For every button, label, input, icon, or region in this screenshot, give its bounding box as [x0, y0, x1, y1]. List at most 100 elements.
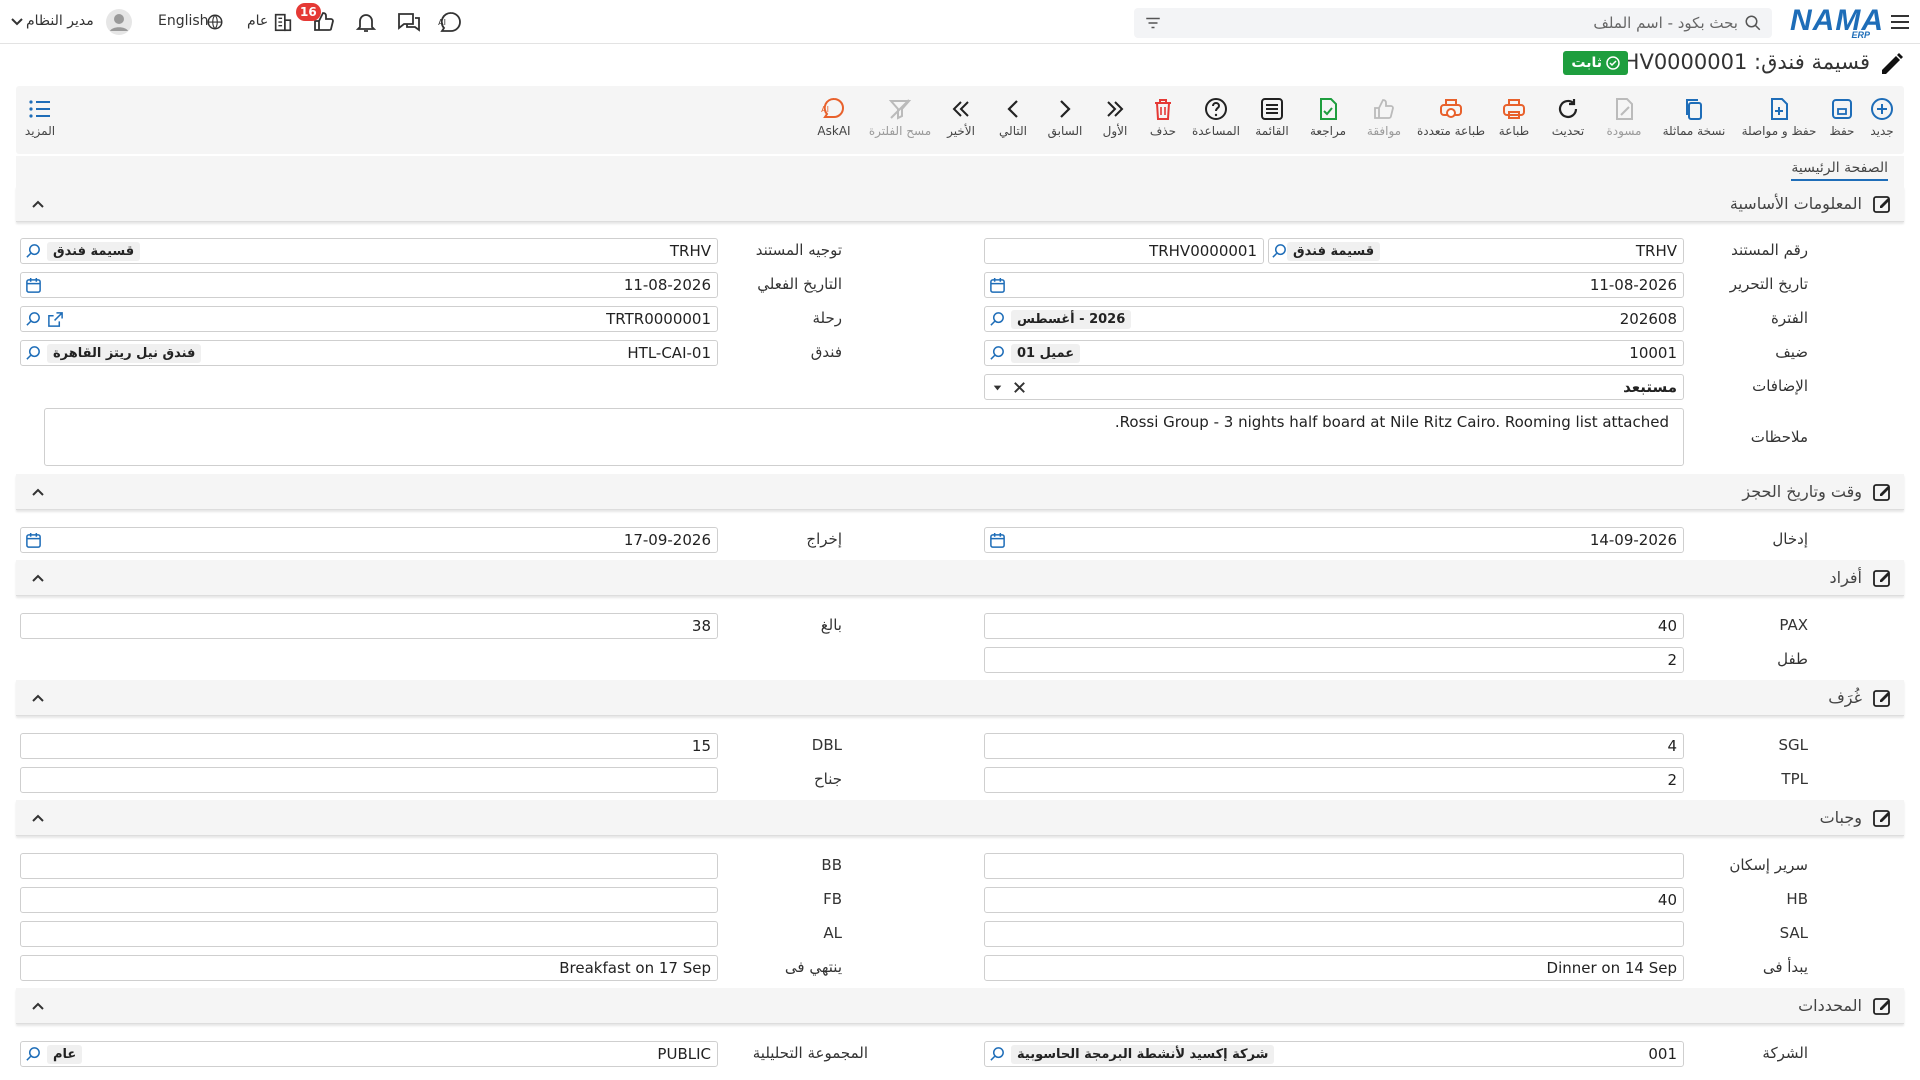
checkin-label: إدخال — [1772, 530, 1808, 548]
edit-icon[interactable] — [1872, 568, 1892, 588]
company-field[interactable]: 001 شركة إكسيد لأنشطة البرمجة الحاسوبية — [984, 1041, 1684, 1067]
actual-date-field[interactable]: 11-08-2026 — [20, 272, 718, 298]
pax-field[interactable]: 40 — [984, 613, 1684, 639]
sal-field[interactable] — [984, 921, 1684, 947]
additions-select[interactable]: مستبعد — [984, 374, 1684, 400]
globe-icon[interactable] — [206, 13, 224, 31]
help-button[interactable]: المساعدة — [1186, 96, 1246, 150]
lookup-search-icon[interactable] — [989, 345, 1006, 362]
duplicate-button[interactable]: نسخة مماثلة — [1654, 96, 1734, 150]
lookup-search-icon[interactable] — [25, 345, 42, 362]
save-continue-button[interactable]: حفظ و مواصلة — [1734, 96, 1824, 150]
edit-icon[interactable] — [1872, 688, 1892, 708]
section-meals[interactable]: وجبات — [16, 800, 1904, 836]
bed-field[interactable] — [984, 853, 1684, 879]
lookup-search-icon[interactable] — [1271, 243, 1288, 260]
tpl-field[interactable]: 2 — [984, 767, 1684, 793]
calendar-icon[interactable] — [25, 532, 42, 549]
edit-icon[interactable] — [1872, 808, 1892, 828]
ends-field[interactable]: Breakfast on 17 Sep — [20, 955, 718, 981]
dbl-field[interactable]: 15 — [20, 733, 718, 759]
guest-field[interactable]: 10001 عميل 01 — [984, 340, 1684, 366]
doc-number-field[interactable]: TRHV0000001 — [984, 238, 1264, 264]
trip-field[interactable]: TRTR0000001 — [20, 306, 718, 332]
checkin-field[interactable]: 14-09-2026 — [984, 527, 1684, 553]
more-button[interactable]: المزيد — [10, 96, 70, 150]
suite-field[interactable] — [20, 767, 718, 793]
notification-count-badge[interactable]: 16 — [296, 3, 321, 21]
starts-field[interactable]: Dinner on 14 Sep — [984, 955, 1684, 981]
approve-button[interactable]: موافقة — [1354, 96, 1414, 150]
chevron-down-icon[interactable] — [10, 10, 24, 34]
lookup-search-icon[interactable] — [25, 1046, 42, 1063]
chevron-up-icon[interactable] — [30, 810, 46, 826]
section-basic-info[interactable]: المعلومات الأساسية — [16, 186, 1904, 222]
sgl-field[interactable]: 4 — [984, 733, 1684, 759]
multi-print-button[interactable]: طباعة متعددة — [1412, 96, 1490, 150]
edit-icon[interactable] — [1872, 996, 1892, 1016]
search-icon[interactable] — [1744, 14, 1762, 32]
edit-icon[interactable] — [1872, 482, 1892, 502]
calendar-icon[interactable] — [989, 532, 1006, 549]
last-button[interactable]: الأخير — [936, 96, 986, 150]
language-switch[interactable]: English — [158, 13, 209, 29]
askai-button[interactable]: AI AskAI — [808, 96, 860, 150]
clear-filter-button[interactable]: مسح الفلترة — [864, 96, 936, 150]
guest-tag: عميل 01 — [1011, 344, 1081, 363]
caret-down-icon[interactable] — [989, 379, 1006, 396]
hotel-field[interactable]: HTL-CAI-01 فندق نيل ريتز القاهرة — [20, 340, 718, 366]
edit-icon[interactable] — [1872, 194, 1892, 214]
chevron-up-icon[interactable] — [30, 690, 46, 706]
lookup-search-icon[interactable] — [25, 243, 42, 260]
lookup-search-icon[interactable] — [989, 1046, 1006, 1063]
branch-label[interactable]: عام — [247, 13, 268, 29]
calendar-icon[interactable] — [25, 277, 42, 294]
ai-assistant-icon[interactable]: AI — [438, 10, 464, 34]
al-field[interactable] — [20, 921, 718, 947]
doc-direction-field[interactable]: TRHV قسيمة فندق — [20, 238, 718, 264]
bed-label: سرير إسكان — [1729, 856, 1808, 874]
clear-x-icon[interactable] — [1011, 379, 1028, 396]
section-persons[interactable]: أفراد — [16, 560, 1904, 596]
hamburger-menu-icon[interactable] — [1888, 10, 1912, 34]
notes-textarea[interactable]: Rossi Group - 3 nights half board at Nil… — [44, 408, 1684, 466]
review-button[interactable]: مراجعة — [1298, 96, 1358, 150]
filter-icon[interactable] — [1144, 14, 1162, 32]
list-button[interactable]: القائمة — [1242, 96, 1302, 150]
search-input[interactable] — [1198, 11, 1738, 35]
adult-field[interactable]: 38 — [20, 613, 718, 639]
date-field[interactable]: 11-08-2026 — [984, 272, 1684, 298]
lookup-search-icon[interactable] — [989, 311, 1006, 328]
chevron-up-icon[interactable] — [30, 570, 46, 586]
fb-field[interactable] — [20, 887, 718, 913]
section-dimensions[interactable]: المحددات — [16, 988, 1904, 1024]
checkout-field[interactable]: 17-09-2026 — [20, 527, 718, 553]
section-booking-time[interactable]: وقت وتاريخ الحجز — [16, 474, 1904, 510]
refresh-button[interactable]: تحديث — [1538, 96, 1598, 150]
draft-button[interactable]: مسودة — [1594, 96, 1654, 150]
previous-button[interactable]: السابق — [1040, 96, 1090, 150]
next-button[interactable]: التالي — [988, 96, 1038, 150]
building-icon[interactable] — [272, 11, 294, 33]
user-name[interactable]: مدير النظام — [26, 13, 94, 29]
calendar-icon[interactable] — [989, 277, 1006, 294]
external-link-icon[interactable] — [47, 311, 64, 328]
child-field[interactable]: 2 — [984, 647, 1684, 673]
hb-field[interactable]: 40 — [984, 887, 1684, 913]
section-rooms[interactable]: غُرَف — [16, 680, 1904, 716]
doc-book-field[interactable]: TRHV قسيمة فندق — [1268, 238, 1684, 264]
delete-button[interactable]: حذف — [1138, 96, 1188, 150]
chevron-up-icon[interactable] — [30, 196, 46, 212]
chevron-up-icon[interactable] — [30, 484, 46, 500]
chevron-up-icon[interactable] — [30, 998, 46, 1014]
bb-field[interactable] — [20, 853, 718, 879]
tab-main[interactable]: الصفحة الرئيسية — [1791, 160, 1888, 181]
chat-icon[interactable] — [396, 10, 422, 34]
print-button[interactable]: طباعة — [1484, 96, 1544, 150]
bell-icon[interactable] — [354, 10, 378, 34]
first-button[interactable]: الأول — [1090, 96, 1140, 150]
analytic-group-field[interactable]: PUBLIC عام — [20, 1041, 718, 1067]
lookup-search-icon[interactable] — [25, 311, 42, 328]
period-field[interactable]: 202608 2026 - أغسطس — [984, 306, 1684, 332]
avatar[interactable] — [106, 9, 132, 35]
